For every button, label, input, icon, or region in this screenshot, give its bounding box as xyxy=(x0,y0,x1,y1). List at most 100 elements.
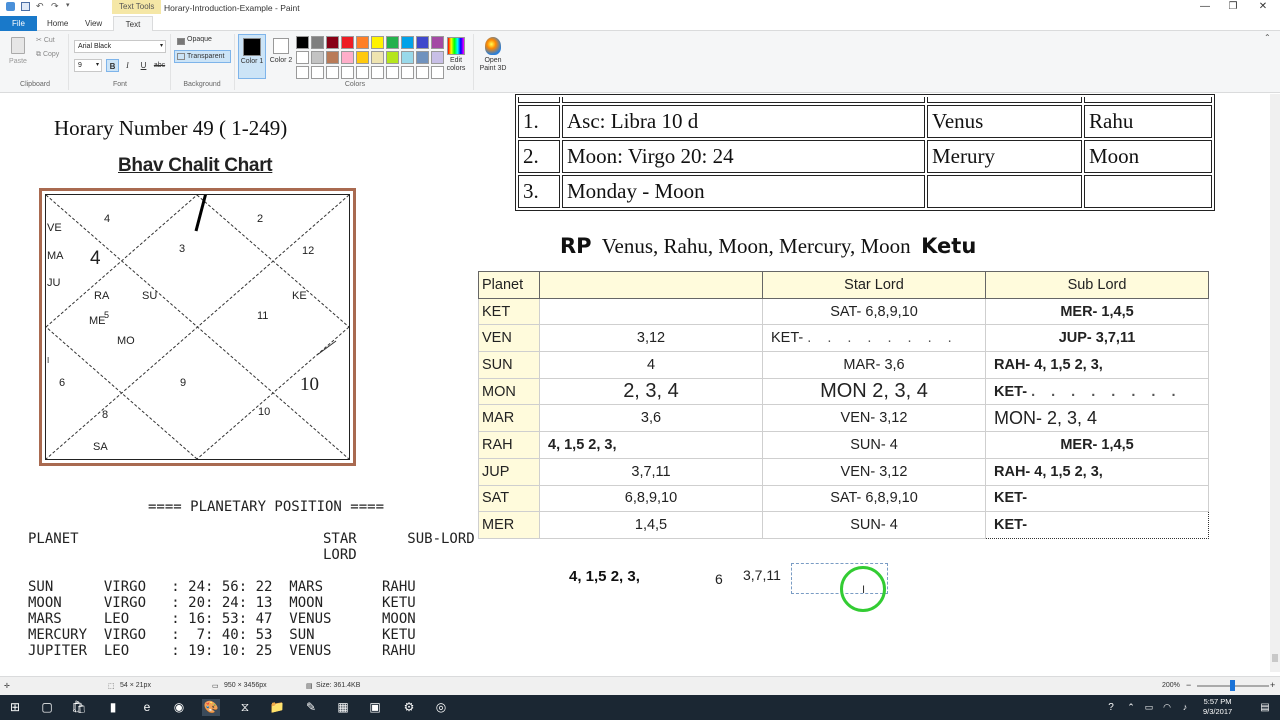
planet-label: MO xyxy=(117,335,135,347)
close-button[interactable]: ✕ xyxy=(1246,1,1280,15)
paint3d-label: Open Paint 3D xyxy=(479,57,507,72)
store-icon[interactable]: 🛍 xyxy=(70,699,88,716)
font-name-value: Arial Black xyxy=(78,43,112,50)
paint-taskbar-icon[interactable]: 🎨 xyxy=(202,699,220,716)
taskbar-clock[interactable]: 5:57 PM 9/3/2017 xyxy=(1203,697,1232,717)
canvas[interactable]: 1. Asc: Libra 10 d Venus Rahu 2. Moon: V… xyxy=(0,94,1270,672)
color-swatch[interactable] xyxy=(371,51,384,64)
table-row: 3. Monday - Moon xyxy=(518,175,1212,208)
color-wheel-icon xyxy=(447,37,465,55)
color-swatch[interactable] xyxy=(371,36,384,49)
visual-studio-icon[interactable]: ⧖ xyxy=(236,699,254,716)
notifications-icon[interactable]: ▤ xyxy=(1256,699,1274,716)
color-swatch[interactable] xyxy=(356,51,369,64)
color-swatch[interactable] xyxy=(356,36,369,49)
color1-button[interactable]: Color 1 xyxy=(238,34,266,79)
opaque-button[interactable]: Opaque xyxy=(175,36,212,48)
table-row: RAH 4, 1,5 2, 3, SUN- 4 MER- 1,4,5 xyxy=(478,431,1209,459)
tab-home[interactable]: Home xyxy=(38,16,77,31)
color-swatch[interactable] xyxy=(401,66,414,79)
color-swatch[interactable] xyxy=(401,51,414,64)
transparent-button[interactable]: Transparent xyxy=(174,50,231,63)
color-swatch[interactable] xyxy=(356,66,369,79)
save-icon[interactable] xyxy=(21,2,30,11)
customize-toolbar-icon[interactable]: ▾ xyxy=(66,2,75,11)
color-swatch[interactable] xyxy=(296,51,309,64)
table-cell: 2, 3, 4 xyxy=(539,377,763,406)
color-swatch[interactable] xyxy=(311,36,324,49)
planet-cell: MAR xyxy=(478,404,540,433)
table-cell: SUN- 4 xyxy=(762,431,986,459)
file-explorer-icon[interactable]: 📁 xyxy=(268,699,286,716)
edit-colors-button[interactable]: Edit colors xyxy=(442,34,470,79)
strikethrough-button[interactable]: abc xyxy=(153,59,166,72)
font-size-value: 9 xyxy=(78,62,82,69)
paste-button[interactable]: Paste xyxy=(6,35,30,73)
calendar-icon[interactable]: ▦ xyxy=(334,699,352,716)
volume-icon[interactable]: ♪ xyxy=(1176,699,1194,716)
chrome-icon[interactable]: ◉ xyxy=(170,699,188,716)
copy-button[interactable]: ⧉ Copy xyxy=(36,51,59,59)
bhav-chalit-chart: 4 2 3 12 VE MA 4 JU RA SU KE ME 5 11 MO … xyxy=(39,188,356,466)
font-size-select[interactable]: 9 ▾ xyxy=(74,59,102,72)
ribbon-separator xyxy=(68,34,69,90)
task-view-icon[interactable]: ▢ xyxy=(38,699,56,716)
maximize-button[interactable]: ❐ xyxy=(1216,1,1250,15)
color-swatch[interactable] xyxy=(296,36,309,49)
transparent-icon xyxy=(177,53,185,60)
app-icon[interactable]: ▣ xyxy=(366,699,384,716)
color-swatch[interactable] xyxy=(401,36,414,49)
paint3d-icon xyxy=(485,37,501,55)
color-swatch[interactable] xyxy=(326,51,339,64)
edit-colors-label: Edit colors xyxy=(446,57,466,72)
zoom-in-button[interactable]: + xyxy=(1270,680,1275,690)
color-swatch[interactable] xyxy=(386,36,399,49)
zoom-slider-thumb[interactable] xyxy=(1230,680,1235,691)
help-icon[interactable]: ? xyxy=(1102,699,1120,716)
windows-taskbar: ⊞ ▢ 🛍 ▮ e ◉ 🎨 ⧖ 📁 ✎ ▦ ▣ ⚙ ◎ ? ⌃ ▭ ◠ ♪ 5:… xyxy=(0,695,1280,720)
color-swatch[interactable] xyxy=(341,51,354,64)
color-swatch[interactable] xyxy=(341,36,354,49)
app-icon[interactable]: ◎ xyxy=(432,699,450,716)
color-swatch[interactable] xyxy=(311,51,324,64)
planetary-position-header: PLANET STAR SUB-LORD LORD xyxy=(28,531,475,563)
edge-icon[interactable]: e xyxy=(138,699,156,716)
zoom-out-button[interactable]: − xyxy=(1186,680,1191,690)
collapse-ribbon-icon[interactable]: ⌃ xyxy=(1264,33,1271,42)
network-icon[interactable]: ▭ xyxy=(1140,699,1158,716)
color-swatch[interactable] xyxy=(326,66,339,79)
color-swatch[interactable] xyxy=(341,66,354,79)
scrollbar-thumb[interactable] xyxy=(1272,654,1278,662)
app-icon[interactable]: ▮ xyxy=(104,699,122,716)
font-name-select[interactable]: Arial Black ▾ xyxy=(74,40,166,53)
color-swatch[interactable] xyxy=(311,66,324,79)
color2-button[interactable]: Color 2 xyxy=(268,34,294,79)
tray-chevron-icon[interactable]: ⌃ xyxy=(1122,699,1140,716)
cut-button[interactable]: ✂ Cut xyxy=(36,36,55,44)
color-swatch[interactable] xyxy=(416,66,429,79)
color-swatch[interactable] xyxy=(326,36,339,49)
color-swatch[interactable] xyxy=(371,66,384,79)
bottom-number: 6 xyxy=(715,571,723,587)
open-paint3d-button[interactable]: Open Paint 3D xyxy=(477,34,509,79)
color-swatch[interactable] xyxy=(416,36,429,49)
color-swatch[interactable] xyxy=(386,66,399,79)
color-swatch[interactable] xyxy=(386,51,399,64)
underline-button[interactable]: U xyxy=(137,59,150,72)
table-cell xyxy=(539,297,763,326)
color-swatch[interactable] xyxy=(296,66,309,79)
wifi-icon[interactable]: ◠ xyxy=(1158,699,1176,716)
app-icon[interactable]: ✎ xyxy=(302,699,320,716)
italic-button[interactable]: I xyxy=(121,59,134,72)
tab-view[interactable]: View xyxy=(76,16,111,31)
color-swatch[interactable] xyxy=(416,51,429,64)
undo-icon[interactable]: ↶ xyxy=(36,2,45,11)
clipboard-group-label: Clipboard xyxy=(20,81,50,88)
windows-start-icon[interactable]: ⊞ xyxy=(6,699,24,716)
tab-file[interactable]: File xyxy=(0,16,37,31)
tab-text[interactable]: Text xyxy=(113,16,153,31)
redo-icon[interactable]: ↷ xyxy=(51,2,60,11)
app-icon[interactable]: ⚙ xyxy=(400,699,418,716)
vertical-scrollbar[interactable] xyxy=(1270,94,1280,672)
bold-button[interactable]: B xyxy=(106,59,119,72)
